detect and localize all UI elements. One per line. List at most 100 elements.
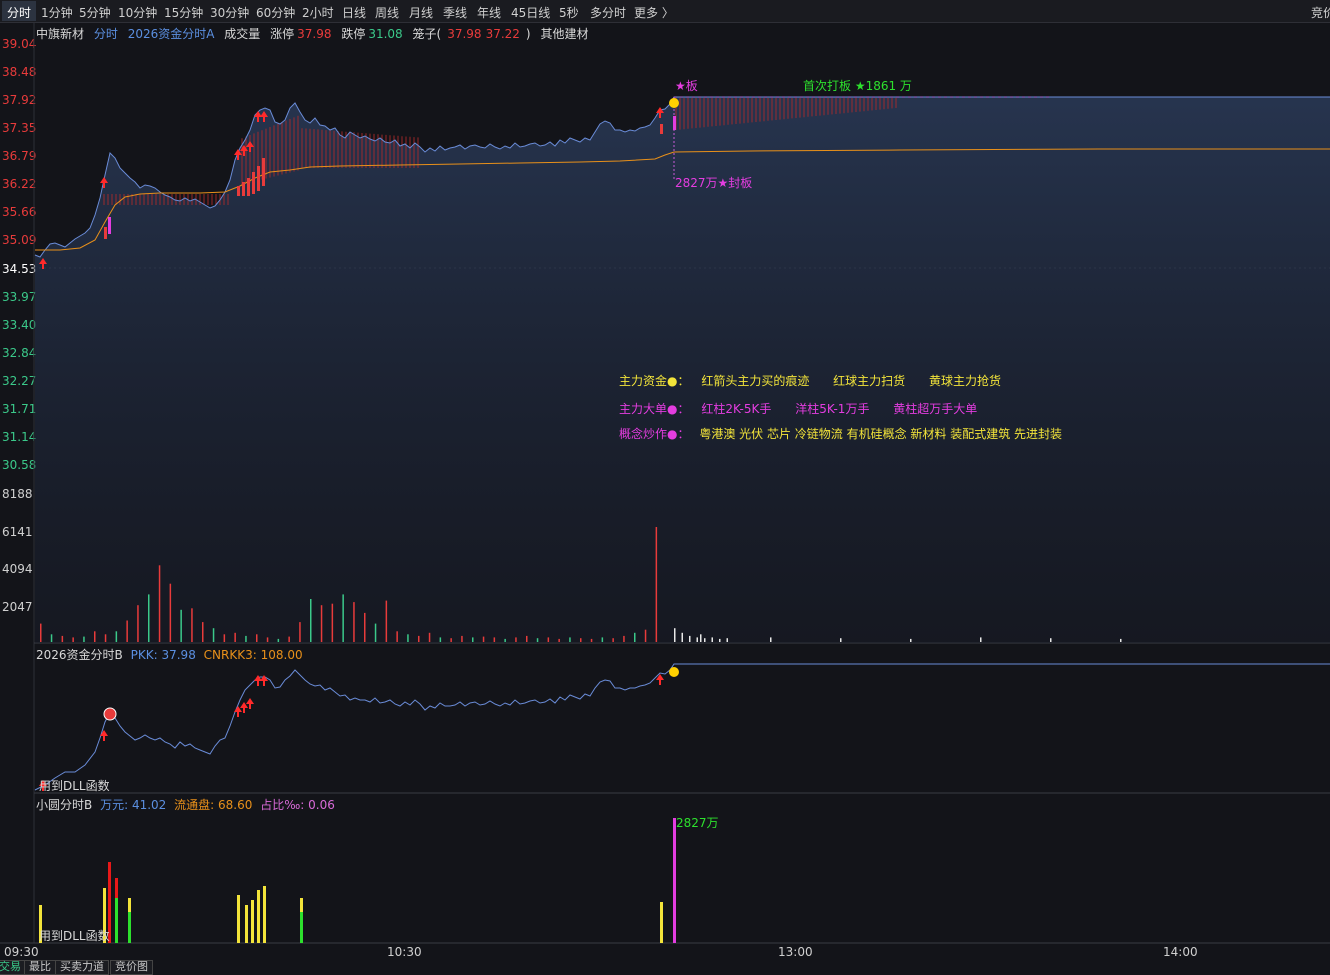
volume-bar (590, 638, 593, 642)
big-order-bar (257, 166, 260, 191)
volume-bar (310, 599, 312, 642)
volume-bar (385, 600, 388, 642)
volume-bar (256, 634, 258, 642)
volume-bar (674, 628, 676, 642)
panel-c-bars (39, 818, 676, 943)
volume-bar (353, 602, 355, 642)
volume-bar (504, 638, 506, 642)
volume-bar (526, 635, 528, 642)
panel-c-header: 小圆分时B 万元: 41.02 流通盘: 68.60 占比‰: 0.06 (36, 796, 335, 813)
volume-bar (612, 638, 614, 642)
panel-c-name[interactable]: 小圆分时B (36, 798, 92, 812)
order-bar (660, 902, 663, 943)
volume-bar (558, 638, 560, 642)
volume-bar (569, 637, 571, 642)
order-bar (115, 898, 118, 943)
wan-value: 41.02 (131, 798, 167, 812)
volume-bar (245, 635, 247, 642)
volume-bar (428, 632, 431, 642)
panel-b-name[interactable]: 2026资金分时B (36, 648, 123, 662)
order-bar (257, 890, 260, 943)
volume-bar (61, 635, 64, 642)
panel-b-arrows (39, 674, 664, 791)
panel-b-dll-note: 用到DLL函数 (39, 779, 110, 793)
volume-bar (980, 637, 982, 642)
volume-bar (482, 636, 485, 642)
volume-bar (689, 635, 691, 642)
volume-bar (223, 634, 226, 642)
volume-bar (439, 637, 442, 642)
volume-bar (450, 638, 452, 642)
cnrkk-value: 108.00 (260, 648, 303, 662)
panel-c-dll-note: 用到DLL函数 (39, 929, 110, 943)
volume-bar (407, 634, 409, 642)
volume-bar (623, 635, 625, 642)
volume-bar (212, 628, 215, 642)
legend-main-fund-b: 红球主力扫货 (833, 374, 906, 388)
volume-bar (266, 637, 269, 642)
pkk-value: 37.98 (161, 648, 196, 662)
volume-bar (191, 608, 193, 642)
order-bar-peak (673, 818, 676, 943)
order-bar (128, 898, 131, 912)
legend-main-order-a: 红柱2K-5K手 (701, 402, 772, 416)
volume-bar (696, 637, 698, 642)
volume-bar (601, 637, 604, 642)
seal-label: 2827万★封板 (675, 176, 753, 190)
float-value: 68.60 (218, 798, 253, 812)
volume-bar (94, 631, 96, 642)
volume-bar (234, 632, 236, 642)
chart-canvas (0, 22, 1330, 944)
volume-bar (202, 622, 204, 642)
order-bar (300, 898, 303, 912)
volume-bar (72, 637, 74, 642)
volume-bar (374, 623, 377, 642)
volume-bar (418, 635, 420, 642)
volume-bar (169, 583, 172, 642)
cnrkk-label: CNRKK3: (203, 648, 257, 662)
volume-bar (320, 605, 323, 642)
volume-bar (461, 635, 463, 642)
volume-bar (547, 637, 550, 642)
volume-bar (299, 622, 301, 642)
big-order-bar (104, 227, 107, 239)
ratio-label: 占比‰: (260, 798, 305, 812)
order-bar (251, 900, 254, 943)
volume-bar (277, 638, 280, 642)
big-order-bar (252, 172, 255, 194)
volume-bar (681, 632, 683, 642)
legend-main-fund: 主力资金●： 红箭头主力买的痕迹 红球主力扫货 黄球主力抢货 (619, 372, 1001, 389)
panel-b-header: 2026资金分时B PKK: 37.98 CNRKK3: 108.00 (36, 646, 303, 663)
volume-bar (644, 629, 647, 642)
volume-bar (840, 638, 842, 642)
time-tick: 10:30 (387, 945, 422, 959)
yellow-ball-icon (669, 667, 679, 677)
legend-main-order: 主力大单●： 红柱2K-5K手 洋柱5K-1万手 黄柱超万手大单 (619, 400, 977, 417)
legend-concept: 概念炒作●： 粤港澳 光伏 芯片 冷链物流 有机硅概念 新材料 装配式建筑 先进… (619, 425, 1062, 442)
red-arrow-icon (100, 730, 108, 741)
volume-bar (158, 565, 161, 642)
volume-bar (115, 631, 118, 642)
legend-concept-label: 概念炒作●： (619, 427, 690, 441)
volume-bar (472, 637, 474, 642)
order-bar (263, 886, 266, 943)
volume-bar (711, 637, 713, 642)
order-bar (300, 912, 303, 943)
volume-bar (1120, 638, 1122, 642)
volume-bar (288, 636, 290, 642)
legend-main-order-label: 主力大单●： (619, 402, 690, 416)
pkk-label: PKK: (130, 648, 158, 662)
red-ball-icon (103, 707, 117, 721)
volume-bar (770, 637, 772, 642)
first-board-label: 首次打板 ★1861 万 (803, 79, 912, 93)
volume-bar (704, 638, 706, 642)
legend-main-fund-c: 黄球主力抢货 (929, 374, 1002, 388)
volume-bar (364, 612, 366, 642)
ratio-value: 0.06 (308, 798, 335, 812)
volume-bar (331, 603, 334, 642)
board-tag: ★板 (675, 79, 698, 93)
order-bar (128, 912, 131, 943)
volume-bar (1050, 638, 1052, 642)
big-order-bar (262, 158, 265, 186)
volume-bar (137, 605, 139, 642)
